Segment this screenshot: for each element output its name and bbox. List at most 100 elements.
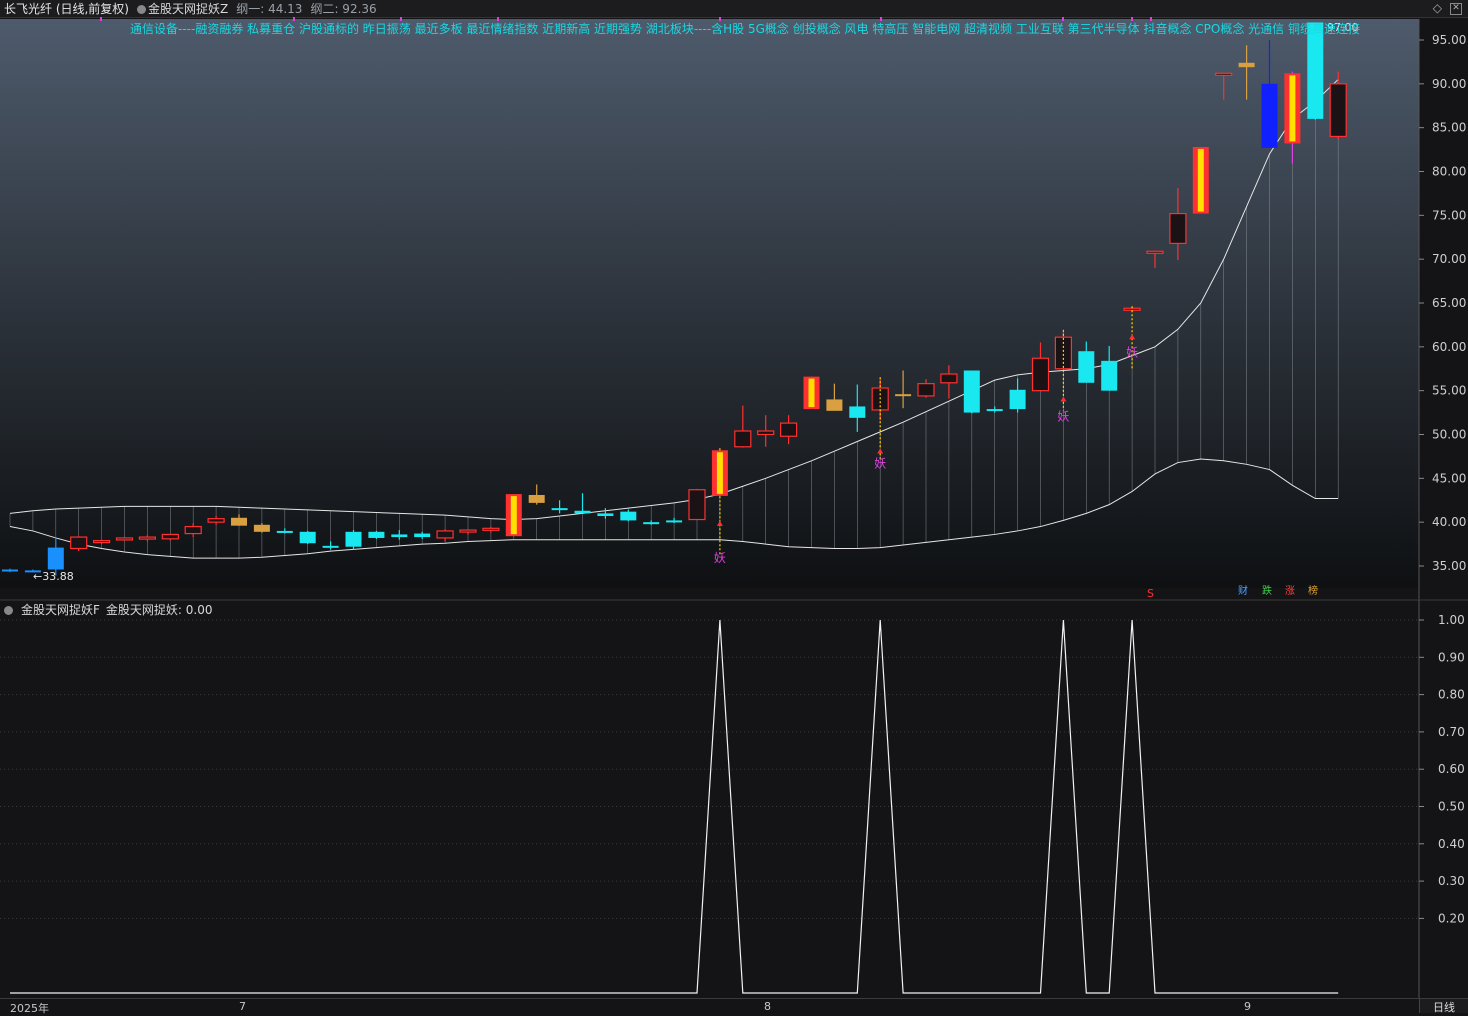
candle-body <box>528 494 545 503</box>
candle-body <box>92 539 111 544</box>
badge-finance[interactable]: 财 <box>1237 585 1249 598</box>
y-tick-label: 55.00 <box>1432 384 1466 398</box>
y-tick-label: 95.00 <box>1432 33 1466 47</box>
candle-body <box>757 430 775 436</box>
candle-body <box>482 527 500 531</box>
sub-y-tick-label: 0.70 <box>1438 725 1465 739</box>
candle-body <box>734 430 752 448</box>
candle-body <box>1261 83 1278 148</box>
candle-body <box>299 531 316 544</box>
candle-body <box>161 533 179 540</box>
candle-body <box>917 383 935 397</box>
candle-body <box>207 518 225 523</box>
candle-body <box>1329 83 1347 138</box>
y-tick-label: 65.00 <box>1432 296 1466 310</box>
x-label-august: 8 <box>764 1000 771 1013</box>
candle-body <box>597 513 614 517</box>
candle-limit-stripe <box>1289 75 1296 142</box>
candle-body <box>1146 250 1164 254</box>
candle-body <box>963 370 980 413</box>
low-price-label: ←33.88 <box>33 570 74 583</box>
candle-body <box>551 508 568 511</box>
badge-rank[interactable]: 榜 <box>1307 585 1319 598</box>
y-tick-label: 90.00 <box>1432 77 1466 91</box>
candle-limit-stripe <box>510 496 517 535</box>
signal-label: 妖 <box>714 551 726 565</box>
sub-y-tick-label: 0.40 <box>1438 837 1465 851</box>
candle-body <box>1215 72 1233 76</box>
candle-body <box>391 534 408 538</box>
s-marker: S <box>1147 587 1154 600</box>
x-label-july: 7 <box>239 1000 246 1013</box>
sub-panel-header: 金股天网捉妖F 金股天网捉妖: 0.00 <box>0 601 212 617</box>
candle-body <box>1031 357 1050 392</box>
candle-body <box>688 489 706 521</box>
candle-body <box>231 517 247 526</box>
candle-body <box>1054 336 1073 370</box>
candle-body <box>414 533 431 538</box>
candle-body <box>1238 62 1255 68</box>
sub-indicator-name[interactable]: 金股天网捉妖F <box>21 601 100 618</box>
candle-body <box>276 530 293 533</box>
y-tick-label: 60.00 <box>1432 340 1466 354</box>
candle-body <box>940 373 958 384</box>
candle-body <box>2 569 18 572</box>
sub-y-axis: 0.20 0.30 0.40 0.50 0.60 0.70 0.80 0.90 1.00 <box>1419 613 1465 925</box>
x-label-september: 9 <box>1244 1000 1251 1013</box>
concept-tags[interactable]: 通信设备----融资融券 私募重仓 沪股通标的 昨日振荡 最近多板 最近情绪指数… <box>130 20 1370 38</box>
candle-limit-stripe <box>1197 148 1204 212</box>
candle-limit-stripe <box>808 378 815 408</box>
x-label-year: 2025年 <box>10 1002 49 1015</box>
y-tick-label: 40.00 <box>1432 515 1466 529</box>
candle-body <box>253 524 270 532</box>
sub-signal-line <box>10 619 1339 994</box>
sub-y-tick-label: 0.60 <box>1438 762 1465 776</box>
y-tick-label: 80.00 <box>1432 165 1466 179</box>
candle-body <box>574 510 591 514</box>
sub-y-tick-label: 0.90 <box>1438 650 1465 664</box>
candle-body <box>826 399 843 411</box>
y-tick-label: 85.00 <box>1432 121 1466 135</box>
main-chart[interactable]: 妖妖妖妖 35.0040.0045.0050.0055.0060.0065.00… <box>0 0 1468 1013</box>
candle-body <box>322 545 339 548</box>
y-tick-label: 35.00 <box>1432 559 1466 573</box>
candle-body <box>1078 351 1095 383</box>
signal-label: 妖 <box>874 456 886 470</box>
signal-label: 妖 <box>1126 345 1138 359</box>
period-selector[interactable]: 日线 <box>1419 999 1468 1014</box>
candle-body <box>1123 307 1141 311</box>
collapse-icon[interactable] <box>4 605 13 615</box>
candle-body <box>184 525 202 535</box>
sub-y-tick-label: 0.20 <box>1438 911 1465 925</box>
y-tick-label: 70.00 <box>1432 252 1466 266</box>
candle-body <box>1169 212 1187 244</box>
candle-body <box>368 531 385 538</box>
sub-indicator-value: 金股天网捉妖: 0.00 <box>105 602 213 617</box>
header-marker <box>100 17 102 21</box>
y-tick-label: 50.00 <box>1432 428 1466 442</box>
candle-body <box>643 522 660 525</box>
signal-label: 妖 <box>1057 410 1069 424</box>
main-plot-background <box>0 19 1419 588</box>
candle-body <box>849 406 866 418</box>
candle-body <box>895 394 912 397</box>
sub-y-tick-label: 1.00 <box>1438 613 1465 627</box>
candle-body <box>986 409 1003 412</box>
badge-fall[interactable]: 跌 <box>1261 585 1273 598</box>
sub-y-tick-label: 0.80 <box>1438 688 1465 702</box>
candle-body <box>459 529 477 533</box>
candle-body <box>436 530 454 539</box>
candle-body <box>115 537 134 541</box>
sub-y-tick-label: 0.50 <box>1438 800 1465 814</box>
candle-body <box>620 511 637 521</box>
candle-body <box>138 536 156 540</box>
time-axis: 2025年 7 8 9 <box>0 998 1468 1015</box>
candle-body <box>1101 360 1118 391</box>
candle-body <box>345 531 362 547</box>
badge-rise[interactable]: 涨 <box>1284 585 1296 598</box>
sub-y-tick-label: 0.30 <box>1438 874 1465 888</box>
y-tick-label: 45.00 <box>1432 471 1466 485</box>
candle-body <box>70 536 88 550</box>
candle-body <box>1009 389 1026 410</box>
candle-body <box>666 520 683 523</box>
